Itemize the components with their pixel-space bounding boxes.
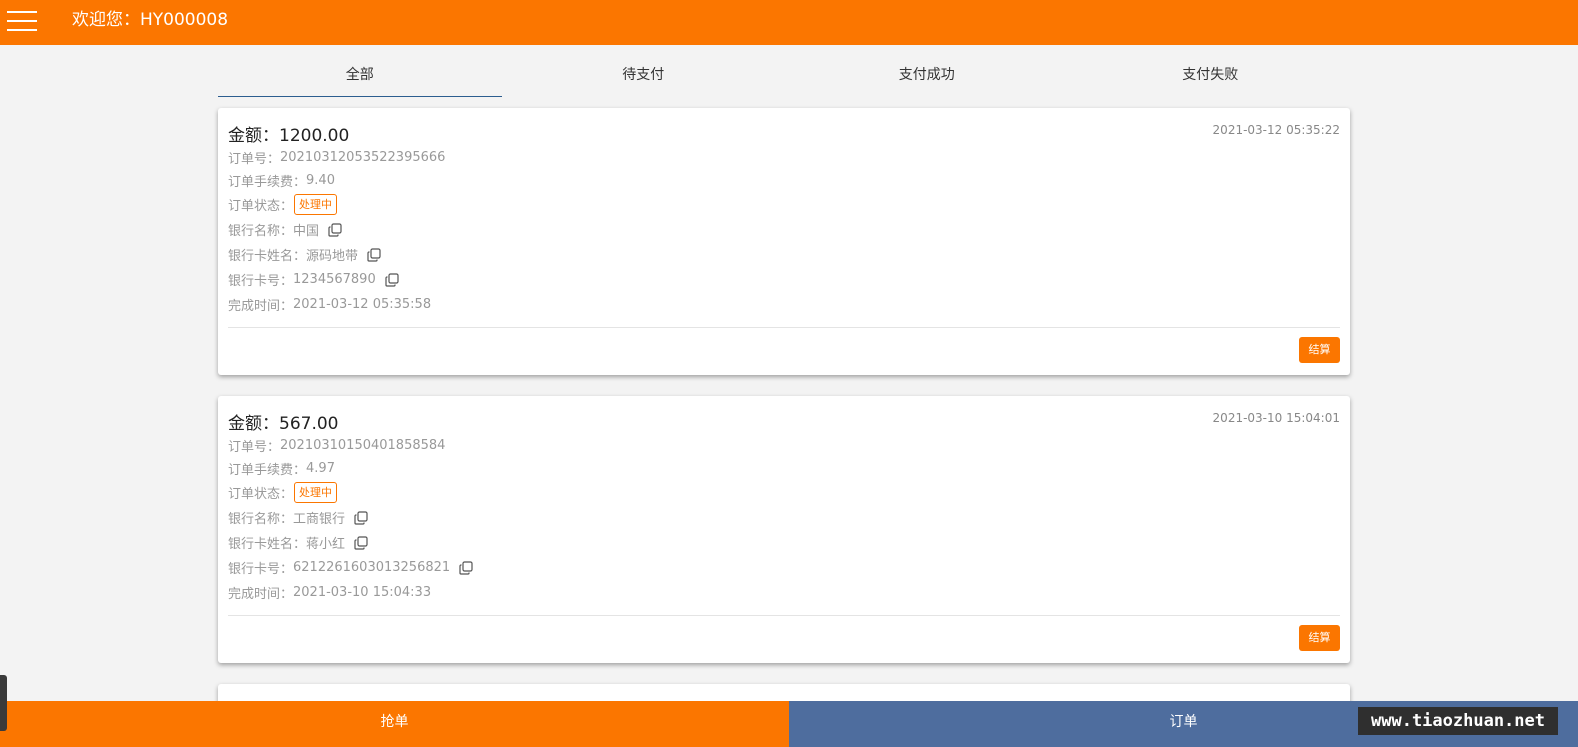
- watermark: www.tiaozhuan.net: [1358, 707, 1558, 735]
- order-status-label: 订单状态：: [228, 487, 294, 502]
- card-holder-value: 蒋小红: [306, 537, 346, 552]
- order-number-value: 20210310150401858584: [280, 438, 446, 453]
- card-divider: [228, 615, 1340, 616]
- tab-failed[interactable]: 支付失败: [1069, 58, 1353, 97]
- tab-pending[interactable]: 待支付: [502, 58, 786, 97]
- card-number-row: 银行卡号： 1234567890: [228, 270, 399, 289]
- finish-time-row: 完成时间： 2021-03-12 05:35:58: [228, 295, 431, 314]
- order-fee-row: 订单手续费： 9.40: [228, 171, 335, 190]
- status-tabs: 全部 待支付 支付成功 支付失败: [218, 58, 1352, 97]
- card-holder-row: 银行卡姓名： 源码地带: [228, 245, 381, 264]
- bank-name-label: 银行名称：: [228, 512, 294, 527]
- order-number-label: 订单号：: [228, 152, 281, 167]
- tab-all[interactable]: 全部: [218, 58, 502, 97]
- status-badge: 处理中: [294, 194, 338, 215]
- card-holder-label: 银行卡姓名：: [228, 249, 307, 264]
- order-created-time: 2021-03-10 15:04:01: [1212, 411, 1340, 425]
- copy-icon[interactable]: [328, 222, 342, 237]
- card-number-value: 1234567890: [293, 272, 376, 287]
- finish-time-row: 完成时间： 2021-03-10 15:04:33: [228, 583, 431, 602]
- copy-icon[interactable]: [385, 272, 399, 287]
- order-card: 金额：567.00 2021-03-10 15:04:01 订单号： 20210…: [218, 396, 1350, 663]
- order-number-row: 订单号： 20210310150401858584: [228, 436, 445, 455]
- copy-icon[interactable]: [354, 535, 368, 550]
- copy-icon[interactable]: [459, 560, 473, 575]
- bank-name-row: 银行名称： 工商银行: [228, 508, 368, 527]
- finish-time-label: 完成时间：: [228, 299, 294, 314]
- top-bar: 欢迎您：HY000008: [0, 0, 1578, 45]
- finish-time-value: 2021-03-10 15:04:33: [293, 585, 432, 600]
- hamburger-menu-icon[interactable]: [7, 9, 37, 33]
- order-amount: 金额：1200.00: [228, 126, 350, 146]
- card-holder-value: 源码地带: [306, 249, 359, 264]
- order-fee-label: 订单手续费：: [228, 463, 307, 478]
- finish-time-value: 2021-03-12 05:35:58: [293, 297, 432, 312]
- order-status-row: 订单状态： 处理中: [228, 194, 338, 215]
- copy-icon[interactable]: [354, 510, 368, 525]
- bank-name-label: 银行名称：: [228, 224, 294, 239]
- card-holder-label: 银行卡姓名：: [228, 537, 307, 552]
- order-status-label: 订单状态：: [228, 199, 294, 214]
- side-drawer-handle[interactable]: [0, 675, 7, 731]
- settle-button[interactable]: 结算: [1299, 337, 1340, 363]
- finish-time-label: 完成时间：: [228, 587, 294, 602]
- tab-success[interactable]: 支付成功: [785, 58, 1069, 97]
- order-fee-value: 4.97: [306, 461, 335, 476]
- status-badge: 处理中: [294, 482, 338, 503]
- order-fee-row: 订单手续费： 4.97: [228, 459, 335, 478]
- grab-order-tab[interactable]: 抢单: [0, 701, 789, 747]
- order-fee-value: 9.40: [306, 173, 335, 188]
- order-status-row: 订单状态： 处理中: [228, 482, 338, 503]
- order-card: 金额：1200.00 2021-03-12 05:35:22 订单号： 2021…: [218, 108, 1350, 375]
- card-number-label: 银行卡号：: [228, 274, 294, 289]
- order-fee-label: 订单手续费：: [228, 175, 307, 190]
- order-number-row: 订单号： 20210312053522395666: [228, 148, 445, 167]
- card-number-value: 6212261603013256821: [293, 560, 451, 575]
- card-number-label: 银行卡号：: [228, 562, 294, 577]
- card-divider: [228, 327, 1340, 328]
- order-created-time: 2021-03-12 05:35:22: [1212, 123, 1340, 137]
- order-number-value: 20210312053522395666: [280, 150, 446, 165]
- settle-button[interactable]: 结算: [1299, 625, 1340, 651]
- card-number-row: 银行卡号： 6212261603013256821: [228, 558, 473, 577]
- bank-name-value: 中国: [293, 224, 320, 239]
- bank-name-row: 银行名称： 中国: [228, 220, 342, 239]
- order-number-label: 订单号：: [228, 440, 281, 455]
- welcome-text: 欢迎您：HY000008: [72, 10, 229, 30]
- bank-name-value: 工商银行: [293, 512, 346, 527]
- order-amount: 金额：567.00: [228, 414, 339, 434]
- bottom-nav: 抢单 订单: [0, 701, 1578, 747]
- card-holder-row: 银行卡姓名： 蒋小红: [228, 533, 368, 552]
- copy-icon[interactable]: [367, 247, 381, 262]
